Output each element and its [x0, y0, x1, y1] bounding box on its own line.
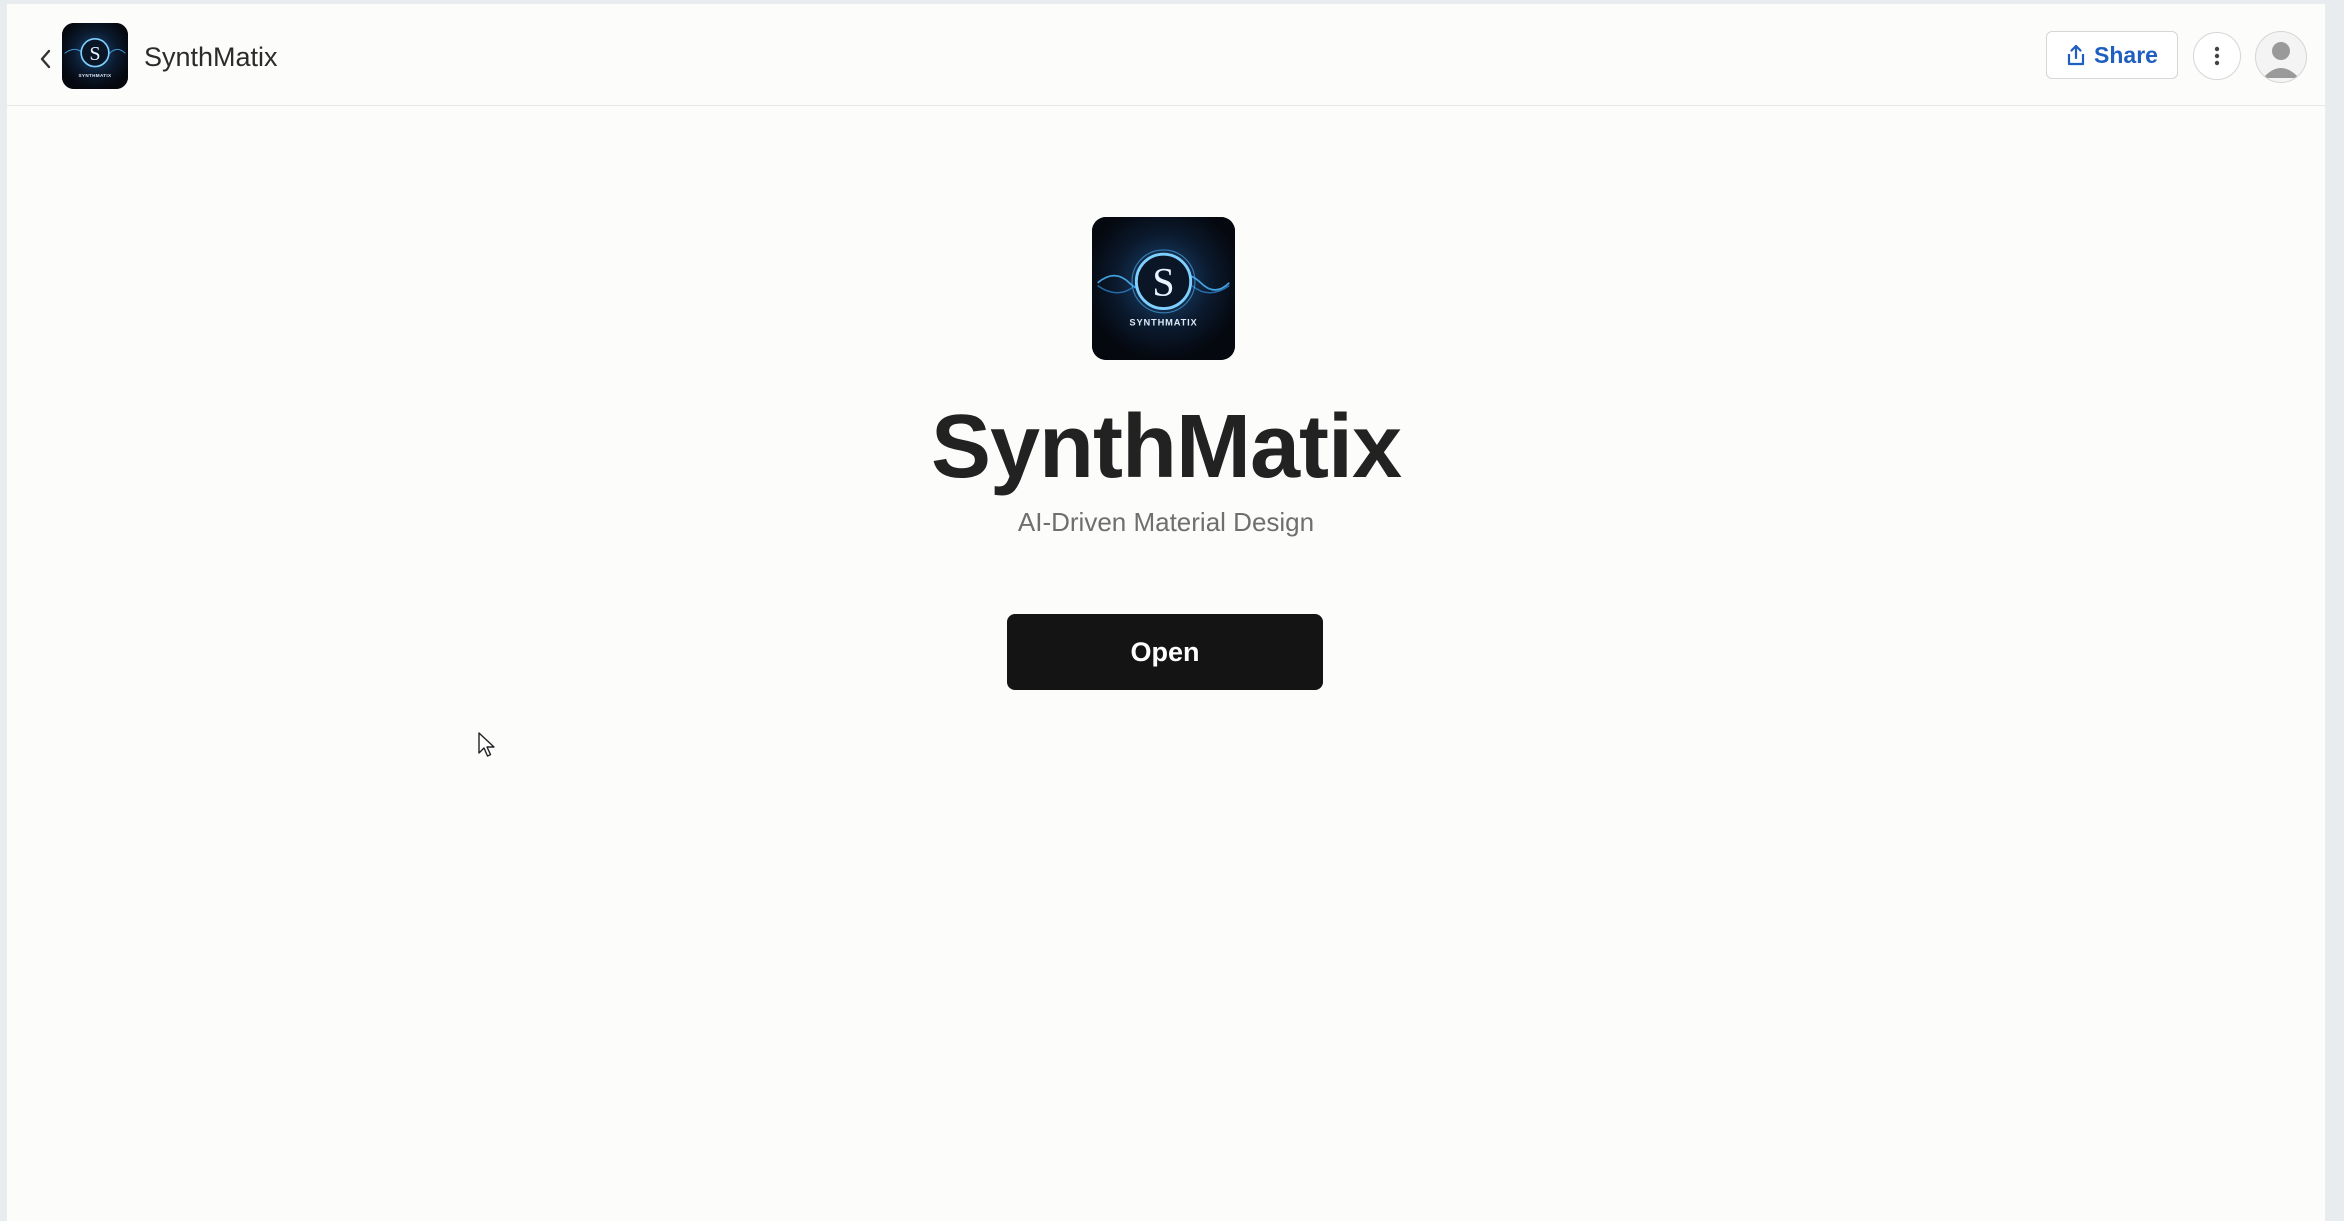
- synthmatix-logo-icon: S SYNTHMATIX: [1092, 217, 1235, 360]
- app-logo-large: S SYNTHMATIX: [1092, 217, 1235, 360]
- share-label: Share: [2094, 41, 2158, 68]
- user-avatar-icon: [2263, 42, 2299, 78]
- svg-text:SYNTHMATIX: SYNTHMATIX: [1129, 318, 1197, 328]
- chevron-left-icon: [40, 49, 51, 69]
- app-name-heading: SynthMatix: [930, 397, 1402, 497]
- app-tagline: AI-Driven Material Design: [1017, 507, 1315, 537]
- top-bar: S SYNTHMATIX SynthMatix Share: [7, 4, 2325, 106]
- app-page: S SYNTHMATIX SynthMatix Share S SYNTHMAT…: [7, 4, 2325, 1221]
- svg-text:SYNTHMATIX: SYNTHMATIX: [79, 73, 113, 78]
- app-icon-small: S SYNTHMATIX: [62, 23, 128, 89]
- synthmatix-logo-icon: S SYNTHMATIX: [62, 23, 128, 89]
- user-avatar[interactable]: [2255, 31, 2307, 83]
- svg-text:S: S: [1152, 260, 1174, 305]
- svg-text:S: S: [89, 43, 100, 65]
- open-button[interactable]: Open: [1007, 614, 1323, 690]
- share-upload-icon: [2067, 44, 2085, 66]
- more-options-button[interactable]: [2193, 32, 2241, 80]
- back-button[interactable]: [25, 38, 67, 80]
- vertical-dots-icon: [2214, 46, 2220, 66]
- mouse-cursor-icon: [478, 732, 495, 757]
- app-title: SynthMatix: [144, 42, 278, 72]
- share-button[interactable]: Share: [2046, 31, 2178, 79]
